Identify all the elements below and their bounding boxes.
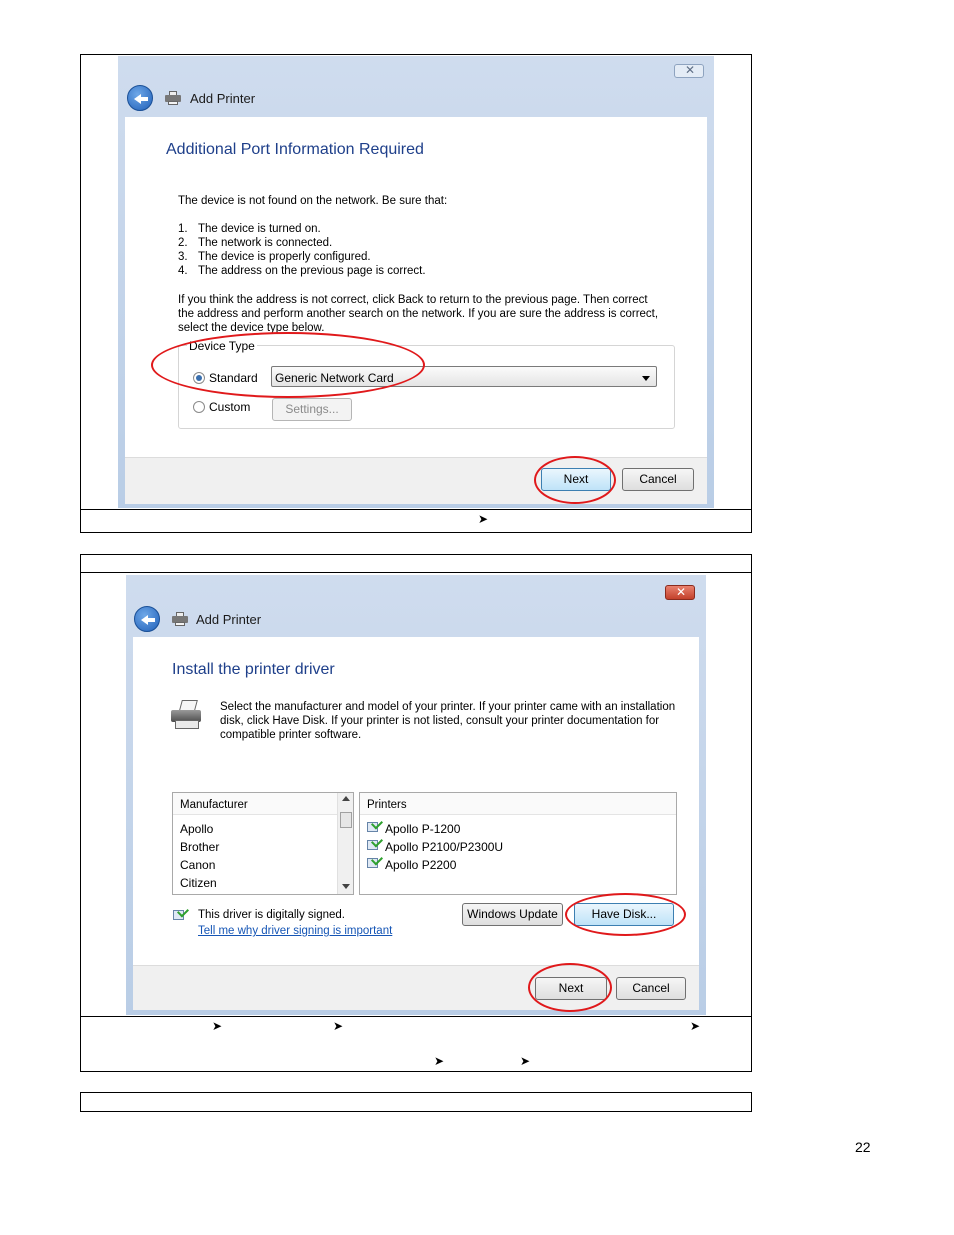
dialog-title: Add Printer bbox=[196, 612, 262, 627]
printer-item[interactable]: Apollo P-1200 bbox=[385, 822, 460, 836]
checklist-num: 3. bbox=[178, 251, 188, 263]
signed-driver-icon bbox=[367, 835, 384, 851]
close-icon: ✕ bbox=[685, 63, 696, 77]
manufacturer-item[interactable]: Brother bbox=[180, 840, 219, 854]
caption-arrow-icon: ➤ bbox=[333, 1019, 344, 1033]
description-line: disk, click Have Disk. If your printer i… bbox=[220, 715, 660, 727]
checklist-item: The address on the previous page is corr… bbox=[198, 265, 426, 277]
page-heading: Additional Port Information Required bbox=[166, 141, 424, 158]
scroll-thumb[interactable] bbox=[340, 812, 352, 828]
caption-arrow-icon: ➤ bbox=[520, 1054, 531, 1068]
checklist-item: The device is turned on. bbox=[198, 223, 321, 235]
description-line: Select the manufacturer and model of you… bbox=[220, 701, 676, 713]
printer-icon bbox=[165, 91, 181, 105]
printer-item[interactable]: Apollo P2200 bbox=[385, 858, 456, 872]
signed-driver-icon bbox=[367, 817, 384, 833]
close-icon: ✕ bbox=[676, 585, 687, 599]
manufacturer-list[interactable]: Manufacturer Apollo Brother Canon Citize… bbox=[172, 792, 354, 895]
checklist-num: 2. bbox=[178, 237, 188, 249]
printer-icon bbox=[172, 612, 188, 626]
highlight-ring-have-disk bbox=[565, 893, 686, 936]
printers-list[interactable]: Printers Apollo P-1200 Apollo P2100/P230… bbox=[359, 792, 677, 895]
description-line: compatible printer software. bbox=[220, 729, 362, 741]
add-printer-dialog-driver: ✕ Add Printer Install the printer driver… bbox=[126, 575, 706, 1015]
highlight-ring-next bbox=[534, 456, 616, 504]
manufacturer-item[interactable]: Canon bbox=[180, 858, 215, 872]
printer-item[interactable]: Apollo P2100/P2300U bbox=[385, 840, 503, 854]
signed-driver-icon bbox=[367, 853, 384, 869]
caption-arrow-icon: ➤ bbox=[212, 1019, 223, 1033]
signed-status-text: This driver is digitally signed. bbox=[198, 909, 346, 921]
chevron-down-icon bbox=[642, 376, 650, 381]
windows-update-button[interactable]: Windows Update bbox=[462, 903, 563, 926]
frame-header-divider bbox=[80, 572, 752, 573]
highlight-ring-next bbox=[528, 963, 612, 1012]
back-button[interactable] bbox=[134, 606, 160, 632]
dialog-title: Add Printer bbox=[190, 91, 256, 106]
signed-driver-icon bbox=[173, 905, 190, 921]
caption-arrow-icon: ➤ bbox=[478, 512, 489, 526]
back-button[interactable] bbox=[127, 85, 153, 111]
cancel-button[interactable]: Cancel bbox=[616, 977, 686, 1000]
printer-icon bbox=[171, 700, 205, 730]
figure-frame-3 bbox=[80, 1092, 752, 1112]
caption-divider-1 bbox=[80, 509, 752, 510]
manufacturer-header: Manufacturer bbox=[173, 793, 337, 815]
dialog-content: Additional Port Information Required The… bbox=[125, 117, 707, 457]
checklist-num: 1. bbox=[178, 223, 188, 235]
close-button[interactable]: ✕ bbox=[674, 63, 704, 78]
driver-signing-link[interactable]: Tell me why driver signing is important bbox=[198, 925, 392, 937]
checklist-item: The device is properly configured. bbox=[198, 251, 371, 263]
caption-arrow-icon: ➤ bbox=[690, 1019, 701, 1033]
page-number: 22 bbox=[855, 1139, 871, 1155]
highlight-ring-device-type bbox=[151, 332, 425, 398]
checklist-item: The network is connected. bbox=[198, 237, 333, 249]
instruction-line: the address and perform another search o… bbox=[178, 308, 659, 320]
caption-divider-2 bbox=[80, 1016, 752, 1017]
settings-button[interactable]: Settings... bbox=[272, 398, 352, 421]
checklist-num: 4. bbox=[178, 265, 188, 277]
manufacturer-scrollbar[interactable] bbox=[337, 793, 353, 894]
custom-label: Custom bbox=[209, 400, 251, 414]
custom-radio[interactable] bbox=[193, 401, 205, 413]
page-heading: Install the printer driver bbox=[172, 661, 335, 678]
caption-arrow-icon: ➤ bbox=[434, 1054, 445, 1068]
add-printer-dialog-port: ✕ Add Printer Additional Port Informatio… bbox=[118, 56, 714, 508]
cancel-button[interactable]: Cancel bbox=[622, 468, 694, 491]
dialog-footer bbox=[125, 457, 707, 504]
manufacturer-item[interactable]: Apollo bbox=[180, 822, 213, 836]
scroll-down-icon bbox=[342, 884, 350, 889]
printers-header: Printers bbox=[360, 793, 676, 815]
dialog-footer bbox=[133, 965, 699, 1010]
instruction-line: If you think the address is not correct,… bbox=[178, 294, 648, 306]
close-button[interactable]: ✕ bbox=[665, 585, 695, 600]
scroll-up-icon bbox=[342, 796, 350, 801]
manufacturer-item[interactable]: Citizen bbox=[180, 876, 217, 890]
intro-text: The device is not found on the network. … bbox=[178, 195, 448, 207]
